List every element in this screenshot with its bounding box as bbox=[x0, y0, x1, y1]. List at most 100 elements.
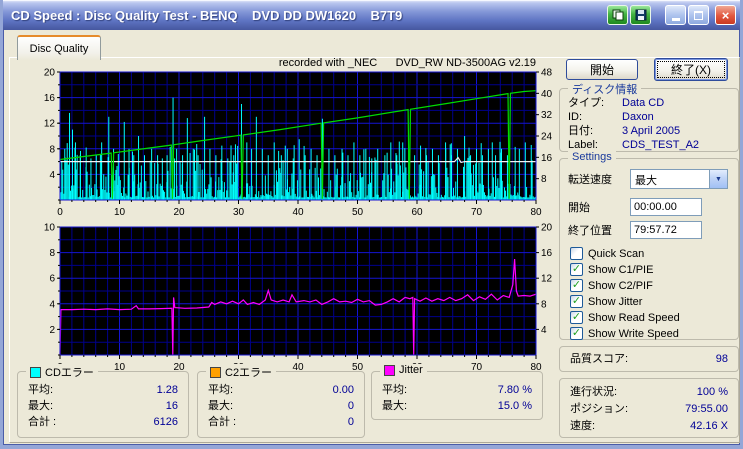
disc-info-row: 日付:3 April 2005 bbox=[568, 124, 730, 138]
svg-text:20: 20 bbox=[173, 207, 185, 218]
stat-row: 最大:15.0 % bbox=[382, 398, 532, 414]
exit-button[interactable]: 終了(X) bbox=[654, 58, 728, 81]
minimize-button[interactable] bbox=[665, 5, 686, 25]
stat-row: 合計 :6126 bbox=[28, 414, 178, 430]
svg-text:8: 8 bbox=[541, 174, 547, 185]
app-window: CD Speed : Disc Quality Test - BENQ DVD … bbox=[0, 0, 743, 449]
c1-color-swatch bbox=[30, 367, 41, 378]
start-button[interactable]: 開始 bbox=[566, 59, 638, 80]
speed-value: 最大 bbox=[631, 170, 709, 188]
svg-text:30: 30 bbox=[233, 207, 245, 218]
quick-scan-checkbox[interactable] bbox=[570, 247, 583, 260]
disc-info-row: タイプ:Data CD bbox=[568, 96, 730, 110]
progress-row: ポジション:79:55.00 bbox=[570, 401, 728, 418]
svg-text:6: 6 bbox=[49, 274, 55, 285]
jitter-chart: 2468104812162001020304050607080 bbox=[21, 223, 561, 375]
progress-box: 進行状況:100 % ポジション:79:55.00 速度:42.16 X bbox=[559, 378, 739, 438]
svg-text:60: 60 bbox=[411, 207, 423, 218]
svg-text:16: 16 bbox=[541, 248, 553, 259]
save-icon bbox=[635, 9, 647, 21]
disc-info-row: ID:Daxon bbox=[568, 110, 730, 124]
svg-text:12: 12 bbox=[44, 119, 56, 130]
quality-score-label: 品質スコア: bbox=[570, 351, 628, 367]
show-c2-pif-checkbox[interactable] bbox=[570, 279, 583, 292]
svg-text:8: 8 bbox=[49, 144, 55, 155]
maximize-icon bbox=[694, 11, 703, 20]
jitter-title: Jitter bbox=[399, 364, 423, 376]
stat-row: 合計 :0 bbox=[208, 414, 354, 430]
titlebar: CD Speed : Disc Quality Test - BENQ DVD … bbox=[3, 0, 740, 30]
svg-text:20: 20 bbox=[541, 223, 553, 234]
svg-text:50: 50 bbox=[352, 207, 364, 218]
start-position-field[interactable] bbox=[630, 198, 702, 216]
minimize-icon bbox=[672, 18, 680, 21]
svg-text:2: 2 bbox=[49, 325, 55, 336]
speed-label: 転送速度 bbox=[568, 171, 630, 187]
show-jitter-checkbox[interactable] bbox=[570, 295, 583, 308]
tab-disc-quality[interactable]: Disc Quality bbox=[17, 35, 101, 60]
show-read-speed-checkbox[interactable] bbox=[570, 311, 583, 324]
settings-group: Settings 転送速度 最大 ▼ 開始 終了位置 Quick Scan Sh… bbox=[559, 158, 739, 340]
svg-text:40: 40 bbox=[292, 207, 304, 218]
svg-text:12: 12 bbox=[541, 274, 553, 285]
disc-info-title: ディスク情報 bbox=[568, 81, 641, 97]
cd-errors-title: CDエラー bbox=[45, 364, 94, 380]
svg-text:0: 0 bbox=[57, 207, 63, 218]
checkbox-show-c1-pie[interactable]: Show C1/PIE bbox=[570, 263, 730, 276]
svg-text:8: 8 bbox=[541, 299, 547, 310]
svg-text:8: 8 bbox=[49, 248, 55, 259]
disc-info-group: ディスク情報 タイプ:Data CD ID:Daxon 日付:3 April 2… bbox=[559, 88, 739, 152]
svg-text:4: 4 bbox=[49, 170, 55, 181]
quality-score-value: 98 bbox=[716, 351, 728, 367]
progress-row: 進行状況:100 % bbox=[570, 384, 728, 401]
svg-text:32: 32 bbox=[541, 110, 553, 121]
svg-text:10: 10 bbox=[114, 207, 126, 218]
checkbox-show-read-speed[interactable]: Show Read Speed bbox=[570, 311, 730, 324]
jitter-color-swatch bbox=[384, 365, 395, 376]
c1-read-speed-chart: 481216208162432404801020304050607080 bbox=[21, 68, 561, 220]
svg-text:20: 20 bbox=[44, 68, 56, 79]
checkbox-show-jitter[interactable]: Show Jitter bbox=[570, 295, 730, 308]
cd-errors-panel: CDエラー 平均:1.28 最大:16 合計 :6126 bbox=[17, 371, 189, 438]
svg-text:48: 48 bbox=[541, 68, 553, 79]
stat-row: 最大:0 bbox=[208, 398, 354, 414]
end-position-field[interactable] bbox=[630, 221, 702, 239]
disc-info-row: Label:CDS_TEST_A2 bbox=[568, 138, 730, 152]
checkbox-quick-scan[interactable]: Quick Scan bbox=[570, 247, 730, 260]
start-pos-label: 開始 bbox=[568, 199, 630, 215]
svg-text:40: 40 bbox=[541, 89, 553, 100]
checkbox-show-write-speed[interactable]: Show Write Speed bbox=[570, 327, 730, 340]
speed-combobox[interactable]: 最大 ▼ bbox=[630, 169, 728, 189]
close-icon: × bbox=[722, 9, 730, 22]
save-button[interactable] bbox=[630, 5, 651, 25]
svg-text:80: 80 bbox=[530, 207, 542, 218]
stat-row: 平均:0.00 bbox=[208, 382, 354, 398]
svg-text:16: 16 bbox=[541, 153, 553, 164]
c2-errors-panel: C2エラー 平均:0.00 最大:0 合計 :0 bbox=[197, 371, 365, 438]
checkbox-show-c2-pif[interactable]: Show C2/PIF bbox=[570, 279, 730, 292]
svg-text:4: 4 bbox=[541, 325, 547, 336]
close-button[interactable]: × bbox=[715, 5, 736, 25]
settings-title: Settings bbox=[568, 151, 616, 163]
svg-text:4: 4 bbox=[49, 299, 55, 310]
copy-button[interactable] bbox=[607, 5, 628, 25]
c2-color-swatch bbox=[210, 367, 221, 378]
jitter-panel: Jitter 平均:7.80 % 最大:15.0 % bbox=[371, 371, 543, 420]
c2-errors-title: C2エラー bbox=[225, 364, 272, 380]
stat-row: 最大:16 bbox=[28, 398, 178, 414]
end-pos-label: 終了位置 bbox=[568, 222, 630, 238]
copy-icon bbox=[612, 9, 624, 21]
stat-row: 平均:7.80 % bbox=[382, 382, 532, 398]
svg-text:10: 10 bbox=[44, 223, 56, 234]
svg-text:70: 70 bbox=[471, 207, 483, 218]
quality-score-box: 品質スコア: 98 bbox=[559, 346, 739, 372]
svg-text:24: 24 bbox=[541, 132, 553, 143]
progress-row: 速度:42.16 X bbox=[570, 418, 728, 435]
maximize-button[interactable] bbox=[688, 5, 709, 25]
show-write-speed-checkbox[interactable] bbox=[570, 327, 583, 340]
stat-row: 平均:1.28 bbox=[28, 382, 178, 398]
chevron-down-icon[interactable]: ▼ bbox=[709, 170, 727, 188]
show-c1-pie-checkbox[interactable] bbox=[570, 263, 583, 276]
svg-text:16: 16 bbox=[44, 93, 56, 104]
window-title: CD Speed : Disc Quality Test - BENQ DVD … bbox=[3, 8, 605, 23]
